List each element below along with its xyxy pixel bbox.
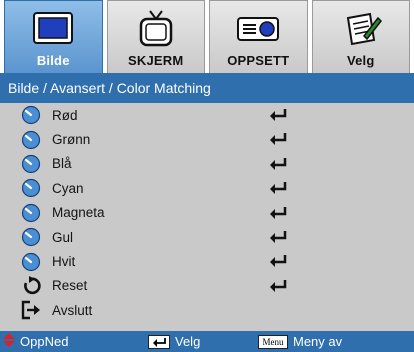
- projector-icon: [236, 7, 280, 51]
- menu-item-bla[interactable]: Blå: [0, 152, 414, 176]
- menu-item-avslutt[interactable]: Avslutt: [0, 298, 414, 322]
- exit-icon: [18, 298, 44, 322]
- menu-item-label: Rød: [52, 107, 78, 123]
- enter-label: Velg: [175, 334, 201, 349]
- enter-arrow-icon: [267, 106, 289, 124]
- enter-arrow-icon: [267, 252, 289, 270]
- enter-arrow-icon: [267, 204, 289, 222]
- up-down-arrows-icon: [2, 332, 16, 351]
- menu-item-magneta[interactable]: Magneta: [0, 201, 414, 225]
- menu-label: Meny av: [293, 334, 343, 349]
- enter-arrow-icon: [267, 130, 289, 148]
- tab-label: Velg: [346, 53, 375, 68]
- menu-item-label: Blå: [52, 156, 72, 172]
- tv-icon: [134, 7, 178, 51]
- menu-item-reset[interactable]: Reset: [0, 274, 414, 298]
- tab-bilde[interactable]: Bilde: [4, 0, 103, 73]
- tab-bar: Bilde SKJERM OPPSETT Velg: [0, 0, 414, 73]
- color-dial-icon: [18, 128, 44, 152]
- enter-arrow-icon: [267, 179, 289, 197]
- updown-label: OppNed: [20, 334, 69, 349]
- tab-skjerm[interactable]: SKJERM: [106, 0, 205, 73]
- tab-label: Bilde: [36, 53, 70, 68]
- menu-item-label: Avslutt: [52, 302, 93, 318]
- updown-hint: OppNed: [2, 332, 68, 351]
- breadcrumb: Bilde / Avansert / Color Matching: [0, 73, 414, 103]
- enter-arrow-icon: [267, 277, 289, 295]
- menu-item-label: Magneta: [52, 205, 105, 221]
- color-dial-icon: [18, 176, 44, 200]
- color-dial-icon: [18, 103, 44, 127]
- enter-key-icon: [148, 334, 170, 349]
- osd-menu: Bilde SKJERM OPPSETT Velg Bilde / Avanse…: [0, 0, 414, 352]
- color-dial-icon: [18, 201, 44, 225]
- tab-velg[interactable]: Velg: [311, 0, 410, 73]
- color-dial-icon: [18, 152, 44, 176]
- enter-hint: Velg: [148, 334, 200, 349]
- menu-item-label: Cyan: [52, 180, 84, 196]
- enter-arrow-icon: [267, 228, 289, 246]
- tab-oppsett[interactable]: OPPSETT: [209, 0, 308, 73]
- menu-panel: Bilde / Avansert / Color Matching Rød Gr…: [0, 73, 414, 331]
- reset-icon: [18, 274, 44, 298]
- tab-label: SKJERM: [128, 53, 184, 68]
- menu-key-icon: Menu: [258, 334, 288, 349]
- menu-item-rod[interactable]: Rød: [0, 103, 414, 127]
- color-dial-icon: [18, 225, 44, 249]
- monitor-icon: [31, 7, 75, 51]
- tab-label: OPPSETT: [227, 53, 290, 68]
- menu-item-gul[interactable]: Gul: [0, 225, 414, 249]
- menu-item-label: Hvit: [52, 254, 76, 270]
- status-bar: OppNed Velg Menu Meny av: [0, 331, 414, 352]
- menu-item-label: Gul: [52, 229, 74, 245]
- menu-hint: Menu Meny av: [258, 334, 342, 349]
- menu-item-label: Reset: [52, 278, 88, 294]
- menu-item-hvit[interactable]: Hvit: [0, 249, 414, 273]
- color-dial-icon: [18, 250, 44, 274]
- enter-arrow-icon: [267, 155, 289, 173]
- menu-list: Rød Grønn Blå Cyan Magneta Gul Hvit Rese…: [0, 103, 414, 323]
- notepad-icon: [339, 7, 383, 51]
- menu-item-cyan[interactable]: Cyan: [0, 176, 414, 200]
- menu-item-label: Grønn: [52, 132, 91, 148]
- menu-item-gronn[interactable]: Grønn: [0, 127, 414, 151]
